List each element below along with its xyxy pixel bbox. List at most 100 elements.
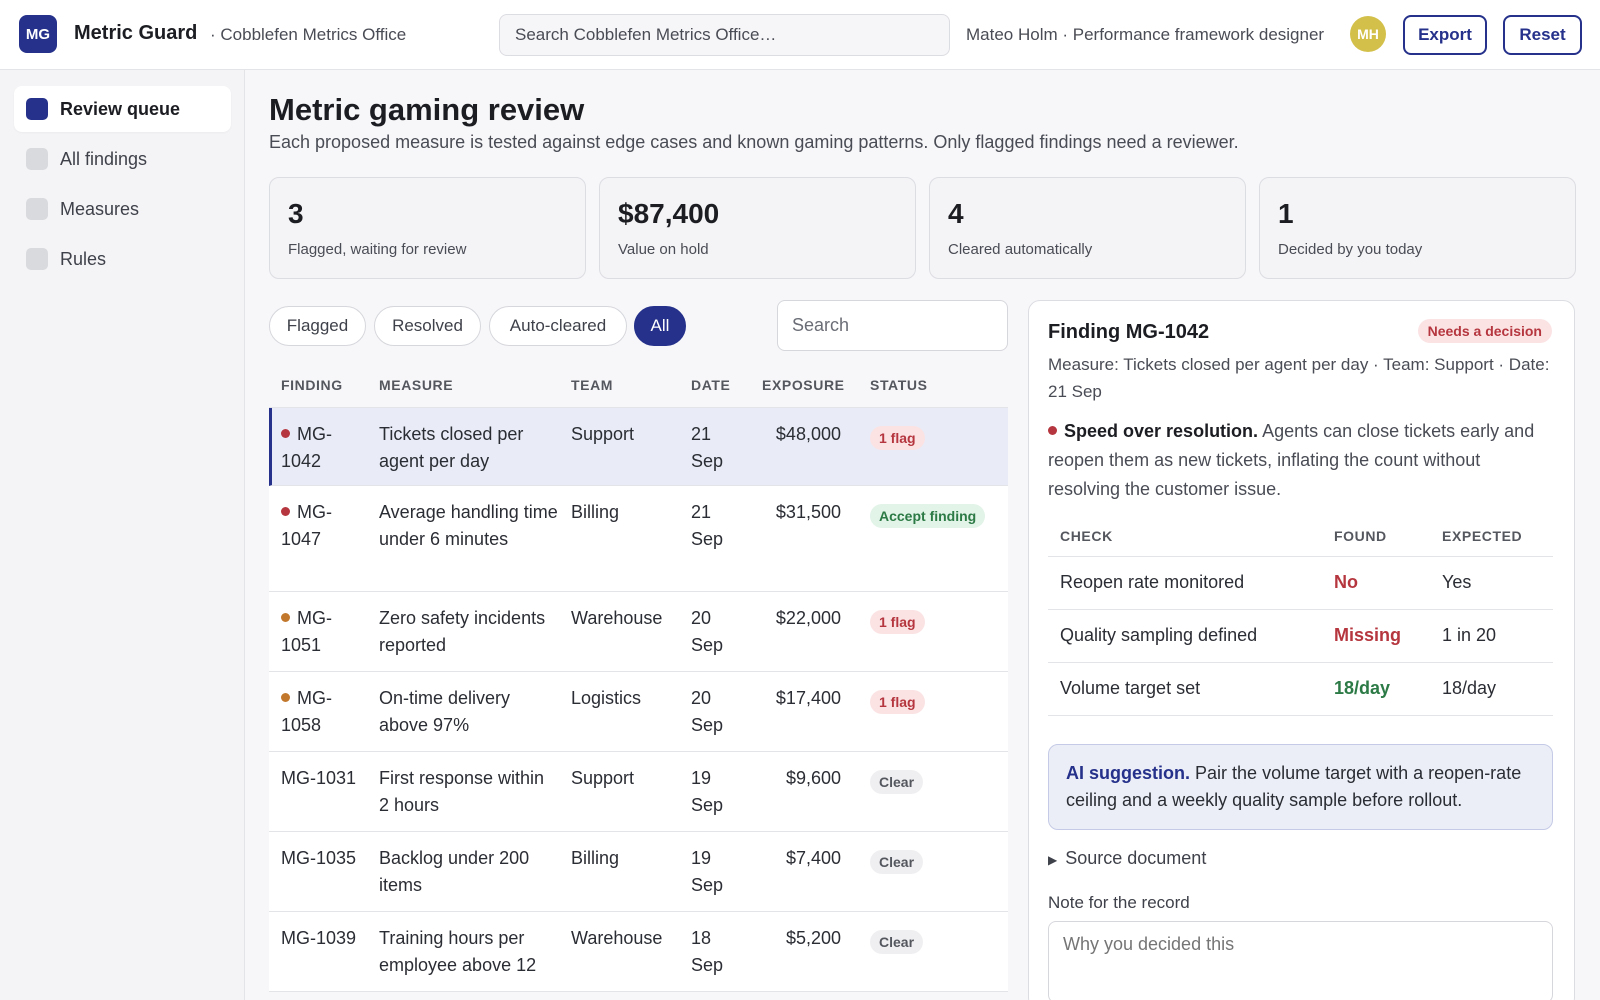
status-pill: 1 flag (870, 426, 925, 450)
rules-icon (26, 248, 48, 270)
sidebar-item-all-findings[interactable]: All findings (14, 136, 231, 182)
status-pill: 1 flag (870, 610, 925, 634)
cell-team: Billing (571, 845, 681, 872)
sidebar-item-rules[interactable]: Rules (14, 236, 231, 282)
cell-finding: MG-1051 (281, 605, 361, 659)
filter-auto-cleared[interactable]: Auto-cleared (489, 306, 627, 346)
source-document-toggle[interactable]: ▶ Source document (1048, 848, 1206, 869)
avatar[interactable]: MH (1350, 16, 1386, 52)
sidebar-item-measures[interactable]: Measures (14, 186, 231, 232)
filter-all[interactable]: All (634, 306, 686, 346)
check-row: Quality sampling defined Missing 1 in 20 (1048, 610, 1553, 663)
header-measure[interactable]: MEASURE (379, 377, 453, 393)
cell-status: 1 flag (870, 608, 925, 635)
cell-exposure-text: $17,400 (775, 688, 841, 708)
cell-measure-text: Training hours per employee above 12 (379, 928, 537, 975)
table-row[interactable]: MG-1042 Tickets closed per agent per day S… (269, 408, 1008, 486)
cell-team: Warehouse (571, 925, 681, 952)
header-status[interactable]: STATUS (870, 377, 928, 393)
severity-dot-icon (1048, 426, 1057, 435)
cell-team: Billing (571, 499, 681, 526)
cell-date: 18 Sep (691, 925, 741, 979)
note-textarea[interactable] (1048, 921, 1553, 1000)
header-team[interactable]: TEAM (571, 377, 613, 393)
header-date[interactable]: DATE (691, 377, 730, 393)
status-badge: Needs a decision (1417, 319, 1552, 343)
page-subtitle: Each proposed measure is tested against … (269, 132, 1239, 152)
filter-flagged[interactable]: Flagged (269, 306, 366, 346)
global-search-input[interactable]: Search Cobblefen Metrics Office… (499, 14, 950, 56)
cell-measure: Tickets closed per agent per day (379, 421, 559, 475)
cell-exposure-text: $22,000 (775, 608, 841, 628)
severity-dot-icon (281, 613, 290, 622)
header-found: FOUND (1334, 528, 1387, 544)
cell-finding: MG-1047 (281, 499, 361, 553)
sidebar-item-review-queue[interactable]: Review queue (14, 86, 231, 132)
header-exposure[interactable]: EXPOSURE (762, 377, 845, 393)
stat-value: 4 (948, 198, 964, 229)
table-row[interactable]: MG-1035 Backlog under 200 items Billing 19 … (269, 832, 1008, 912)
review-queue-icon (26, 98, 48, 120)
gaming-pattern: Speed over resolution. Agents can close … (1048, 417, 1553, 504)
status-pill[interactable]: Accept finding (870, 504, 986, 528)
check-expected: 18/day (1442, 678, 1497, 698)
cell-date: 19 Sep (691, 845, 741, 899)
app-name: Metric Guard (74, 22, 198, 44)
findings-search-input[interactable]: Search (777, 300, 1008, 351)
check-name: Quality sampling defined (1060, 625, 1258, 645)
cell-measure: Backlog under 200 items (379, 845, 559, 899)
cell-measure-text: Backlog under 200 items (379, 848, 530, 895)
cell-team-text: Billing (571, 848, 620, 868)
stat-value: $87,400 (618, 198, 720, 229)
table-row[interactable]: MG-1047 Average handling time under 6 min… (269, 486, 1008, 592)
table-row[interactable]: MG-1051 Zero safety incidents reported War… (269, 592, 1008, 672)
stat-label: Cleared automatically (948, 241, 1093, 258)
stat-label: Decided by you today (1278, 241, 1423, 258)
table-body: MG-1042 Tickets closed per agent per day S… (269, 408, 1008, 992)
ai-suggestion: AI suggestion. Pair the volume target wi… (1048, 744, 1553, 830)
cell-team: Support (571, 421, 681, 448)
severity-dot-icon (281, 429, 290, 438)
status-pill: 1 flag (870, 690, 925, 714)
cell-team-text: Warehouse (571, 928, 663, 948)
cell-exposure: $17,400 (741, 685, 841, 712)
cell-team: Warehouse (571, 605, 681, 632)
user-name: Mateo Holm · Performance framework desig… (966, 25, 1325, 44)
sidebar: Review queue All findings Measures Rules (0, 70, 245, 1000)
sidebar-item-label: Rules (60, 248, 107, 269)
cell-exposure: $7,400 (741, 845, 841, 872)
check-found: No (1334, 572, 1358, 592)
stat-label: Flagged, waiting for review (288, 241, 467, 258)
cell-date-text: 21 Sep (691, 502, 724, 549)
cell-date-text: 18 Sep (691, 928, 724, 975)
check-name: Volume target set (1060, 678, 1201, 698)
filter-resolved[interactable]: Resolved (374, 306, 481, 346)
table-row[interactable]: MG-1058 On-time delivery above 97% Logisti… (269, 672, 1008, 752)
cell-date-text: 21 Sep (691, 424, 724, 471)
cell-date-text: 20 Sep (691, 608, 724, 655)
export-button[interactable]: Export (1403, 15, 1487, 55)
header-finding[interactable]: FINDING (281, 377, 343, 393)
cell-date-text: 20 Sep (691, 688, 724, 735)
header-expected: EXPECTED (1442, 528, 1523, 544)
status-pill: Clear (870, 770, 924, 794)
table-row[interactable]: MG-1031 First response within 2 hours Supp… (269, 752, 1008, 832)
app-logo: MG (19, 15, 57, 53)
header-check: CHECK (1060, 528, 1113, 544)
table-row[interactable]: MG-1039 Training hours per employee above… (269, 912, 1008, 992)
cell-team-text: Logistics (571, 688, 642, 708)
cell-date: 21 Sep (691, 421, 741, 475)
cell-exposure-text: $7,400 (785, 848, 841, 868)
cell-exposure: $31,500 (741, 499, 841, 526)
reset-button[interactable]: Reset (1503, 15, 1582, 55)
cell-measure: On-time delivery above 97% (379, 685, 559, 739)
severity-dot-icon (281, 507, 290, 516)
ai-suggestion-label: AI suggestion. (1066, 763, 1191, 783)
stat-card-cleared: 4 Cleared automatically (929, 177, 1246, 279)
cell-status: Clear (870, 848, 924, 875)
cell-team: Support (571, 765, 681, 792)
cell-date: 21 Sep (691, 499, 741, 553)
check-name: Reopen rate monitored (1060, 572, 1245, 592)
stat-value: 3 (288, 198, 304, 229)
cell-status: 1 flag (870, 688, 925, 715)
